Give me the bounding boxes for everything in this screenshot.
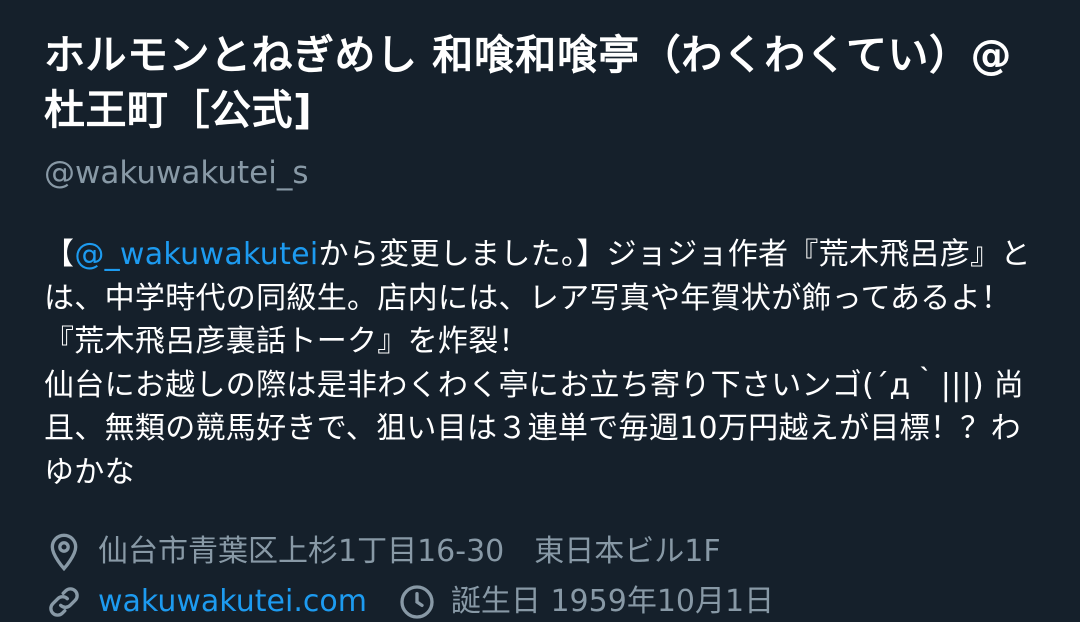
bio-prefix: 【 [44,237,75,272]
birthday-text: 誕生日 1959年10月1日 [450,584,775,619]
link-icon [49,587,79,617]
bio-mention-link[interactable]: @_wakuwakutei [74,237,318,272]
user-handle: @wakuwakutei_s [44,155,309,191]
location-text: 仙台市青葉区上杉1丁目16-30 東日本ビル1F [98,534,721,569]
website-item[interactable]: wakuwakutei.com [44,582,367,622]
location-row: 仙台市青葉区上杉1丁目16-30 東日本ビル1F [44,532,1044,572]
display-name: ホルモンとねぎめし 和喰和喰亭（わくわくてい）@杜王町［公式] [44,31,1013,134]
birthday-item: 誕生日 1959年10月1日 [397,582,774,622]
location-pin-icon [50,533,78,572]
bio-text: から変更しました。】ジョジョ作者『荒木飛呂彦』とは、中学時代の同級生。店内には、… [44,237,1031,490]
profile-header: ホルモンとねぎめし 和喰和喰亭（わくわくてい）@杜王町［公式] @wakuwak… [44,28,1044,622]
website-link[interactable]: wakuwakutei.com [98,582,367,622]
clock-icon [400,585,434,619]
meta-row-2: wakuwakutei.com 誕生日 1959年10月1日 [44,582,1044,622]
profile-bio: 【@_wakuwakuteiから変更しました。】ジョジョ作者『荒木飛呂彦』とは、… [44,233,1044,494]
